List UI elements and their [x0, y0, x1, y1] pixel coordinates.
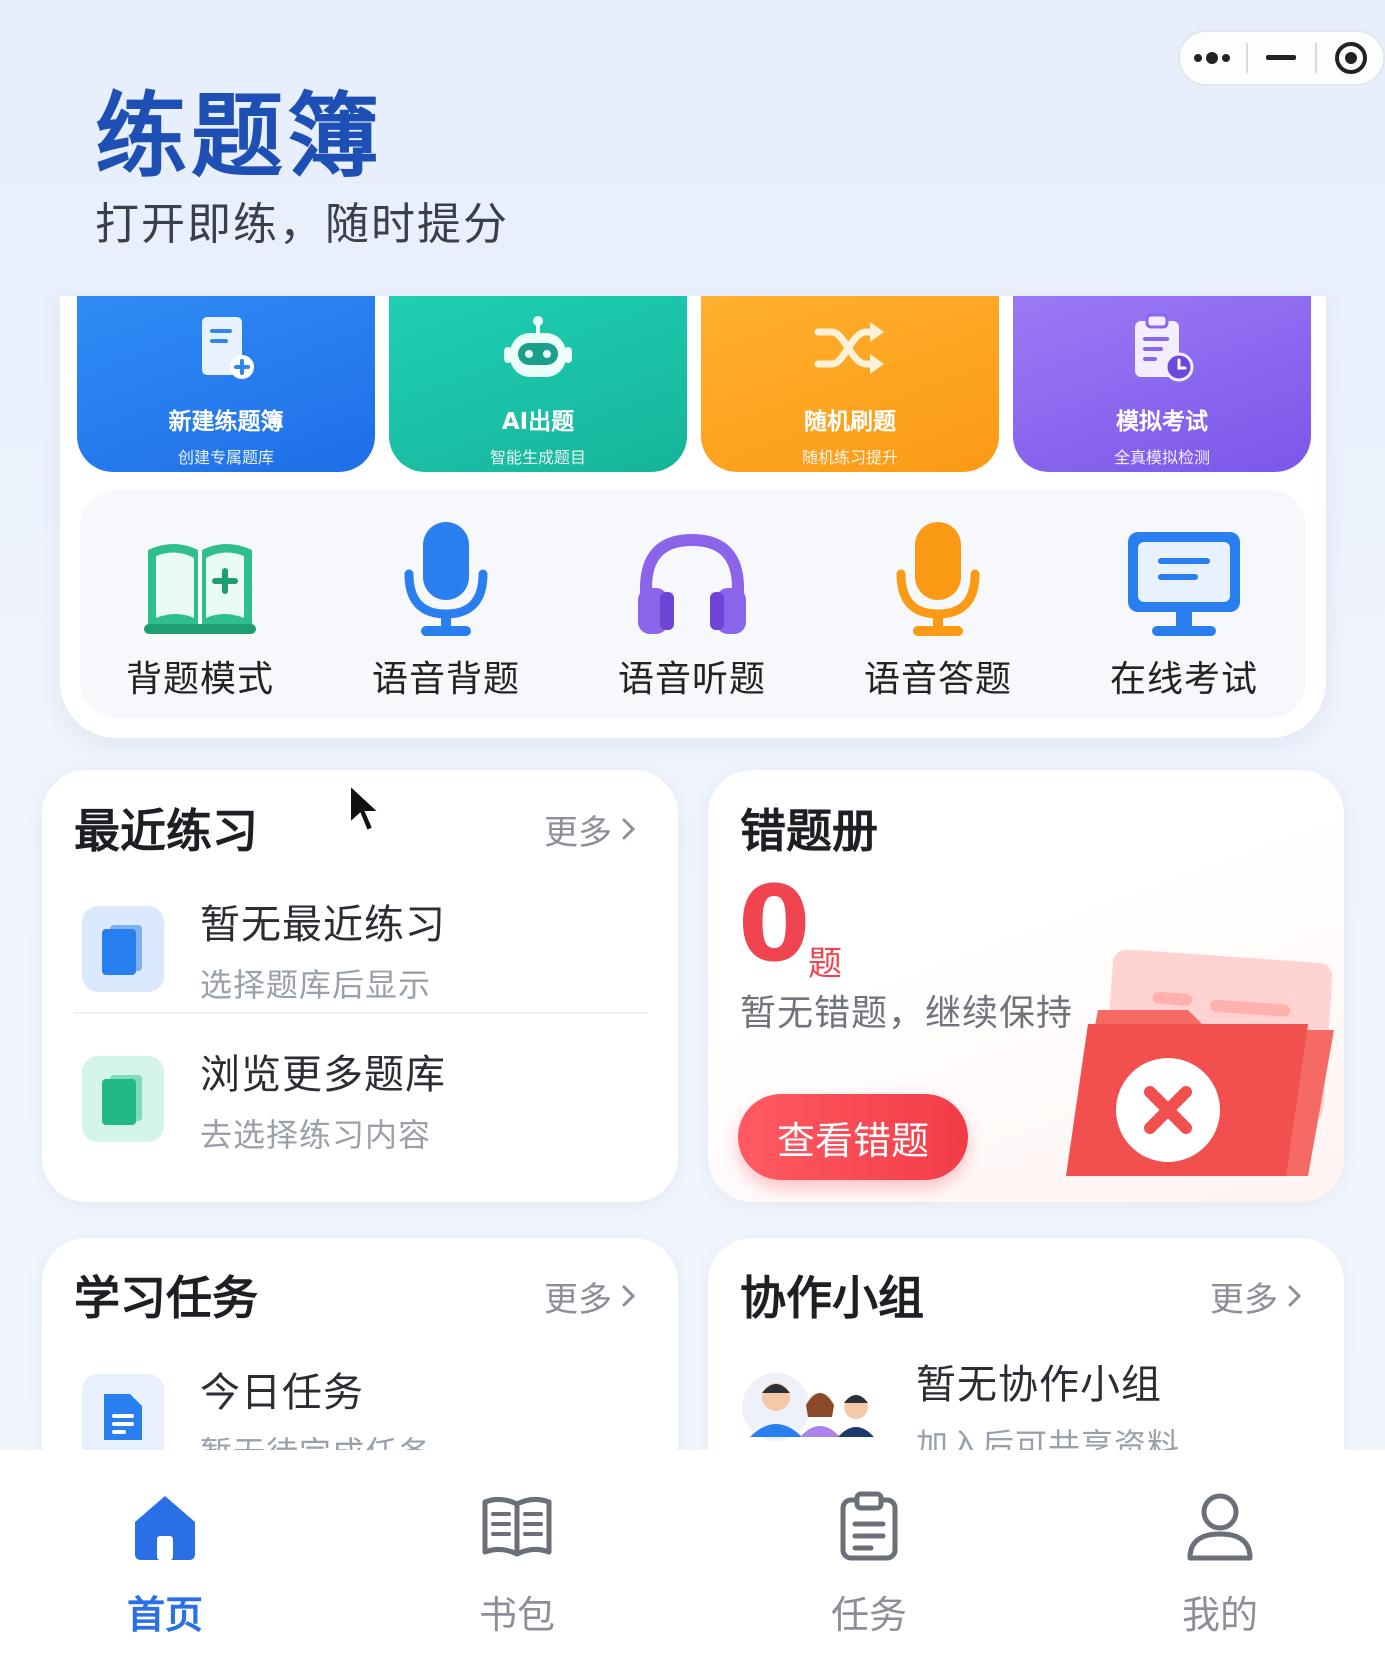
target-close-icon[interactable] — [1321, 33, 1381, 83]
feature-title: 模拟考试 — [1116, 409, 1208, 435]
list-item-title: 暂无协作小组 — [916, 1362, 1162, 1408]
tab-label: 我的 — [1181, 1593, 1258, 1637]
feature-title: 新建练题簿 — [168, 409, 284, 435]
study-tasks-title: 学习任务 — [74, 1271, 258, 1325]
ai-question-card[interactable]: AI出题 智能生成题目 — [389, 296, 687, 472]
list-divider — [74, 1012, 648, 1014]
groups-more-link[interactable]: 更多 — [1210, 1272, 1302, 1321]
tab-home[interactable]: 首页 — [65, 1490, 265, 1639]
list-item-subtitle: 选择题库后显示 — [200, 966, 432, 1004]
random-practice-card[interactable]: 随机刷题 随机练习提升 — [701, 296, 999, 472]
list-item[interactable]: 浏览更多题库 去选择练习内容 — [82, 1042, 446, 1156]
mouse-cursor-icon — [348, 782, 382, 841]
shuffle-icon — [814, 308, 886, 388]
document-icon — [82, 1374, 164, 1460]
chevron-right-icon — [622, 1277, 636, 1317]
microphone-orange-icon — [893, 520, 983, 640]
home-icon — [129, 1490, 201, 1566]
feature-subtitle: 全真模拟检测 — [1113, 448, 1210, 467]
tab-profile[interactable]: 我的 — [1120, 1490, 1320, 1639]
feature-title: AI出题 — [501, 409, 575, 435]
recent-practice-title: 最近练习 — [74, 804, 258, 858]
book-plus-icon — [140, 520, 260, 640]
quick-action-label: 背题模式 — [125, 659, 274, 700]
tab-label: 任务 — [830, 1593, 907, 1637]
list-item[interactable]: 暂无最近练习 选择题库后显示 — [82, 892, 446, 1006]
wrong-count: 0 — [738, 863, 811, 985]
wrong-answers-title: 错题册 — [740, 804, 878, 858]
folder-x-icon — [1058, 949, 1344, 1184]
list-item-title: 今日任务 — [200, 1370, 364, 1416]
capsule-divider — [1315, 43, 1318, 73]
quick-action-voice-answer[interactable]: 语音答题 — [838, 520, 1038, 702]
feature-subtitle: 随机练习提升 — [801, 448, 898, 467]
new-notebook-card[interactable]: 新建练题簿 创建专属题库 — [77, 296, 375, 472]
tasks-more-link[interactable]: 更多 — [544, 1272, 636, 1321]
quick-action-label: 语音听题 — [617, 659, 766, 700]
feature-title: 随机刷题 — [804, 409, 896, 435]
feature-subtitle: 智能生成题目 — [489, 448, 586, 467]
more-label: 更多 — [544, 813, 612, 853]
mock-exam-card[interactable]: 模拟考试 全真模拟检测 — [1013, 296, 1311, 472]
more-label: 更多 — [544, 1280, 612, 1320]
more-dots-icon[interactable] — [1182, 33, 1242, 83]
chevron-right-icon — [1288, 1277, 1302, 1317]
minimize-icon[interactable] — [1251, 33, 1311, 83]
monitor-icon — [1124, 520, 1244, 640]
list-item-subtitle: 去选择练习内容 — [200, 1116, 432, 1154]
group-avatars-icon — [740, 1367, 880, 1451]
clipboard-icon — [833, 1490, 905, 1566]
open-book-icon — [481, 1490, 553, 1566]
book-green-icon — [82, 1056, 164, 1142]
wrong-count-unit: 题 — [808, 944, 842, 984]
list-item-title: 暂无最近练习 — [200, 902, 446, 948]
more-label: 更多 — [1210, 1280, 1278, 1320]
list-item-title: 浏览更多题库 — [200, 1052, 446, 1098]
list-item[interactable]: 暂无协作小组 加入后可共享资料 — [740, 1352, 1180, 1466]
book-blue-icon — [82, 906, 164, 992]
app-subtitle: 打开即练，随时提分 — [95, 199, 509, 250]
quick-action-recite-mode[interactable]: 背题模式 — [100, 520, 300, 702]
robot-icon — [502, 308, 574, 388]
capsule-menu — [1178, 30, 1385, 86]
quick-action-label: 在线考试 — [1109, 659, 1258, 700]
new-notebook-icon — [196, 308, 256, 388]
user-icon — [1184, 1490, 1256, 1566]
quick-action-label: 语音背题 — [371, 659, 520, 700]
wrong-hint: 暂无错题，继续保持 — [740, 993, 1074, 1034]
quick-action-label: 语音答题 — [863, 659, 1012, 700]
collab-groups-title: 协作小组 — [740, 1271, 924, 1325]
view-wrong-label: 查看错题 — [776, 1118, 929, 1163]
recent-more-link[interactable]: 更多 — [544, 805, 636, 854]
tab-label: 书包 — [478, 1593, 555, 1637]
capsule-divider — [1245, 43, 1248, 73]
view-wrong-button[interactable]: 查看错题 — [738, 1094, 968, 1180]
app-title: 练题簿 — [95, 83, 384, 190]
tab-bookbag[interactable]: 书包 — [417, 1490, 617, 1639]
tab-tasks[interactable]: 任务 — [769, 1490, 969, 1639]
exam-clipboard-icon — [1129, 308, 1195, 388]
headphones-icon — [632, 520, 752, 640]
quick-action-online-exam[interactable]: 在线考试 — [1084, 520, 1284, 702]
microphone-blue-icon — [401, 520, 491, 640]
quick-action-voice-recite[interactable]: 语音背题 — [346, 520, 546, 702]
tab-label: 首页 — [126, 1593, 203, 1637]
feature-subtitle: 创建专属题库 — [177, 448, 274, 467]
quick-action-voice-listen[interactable]: 语音听题 — [592, 520, 792, 702]
chevron-right-icon — [622, 810, 636, 850]
